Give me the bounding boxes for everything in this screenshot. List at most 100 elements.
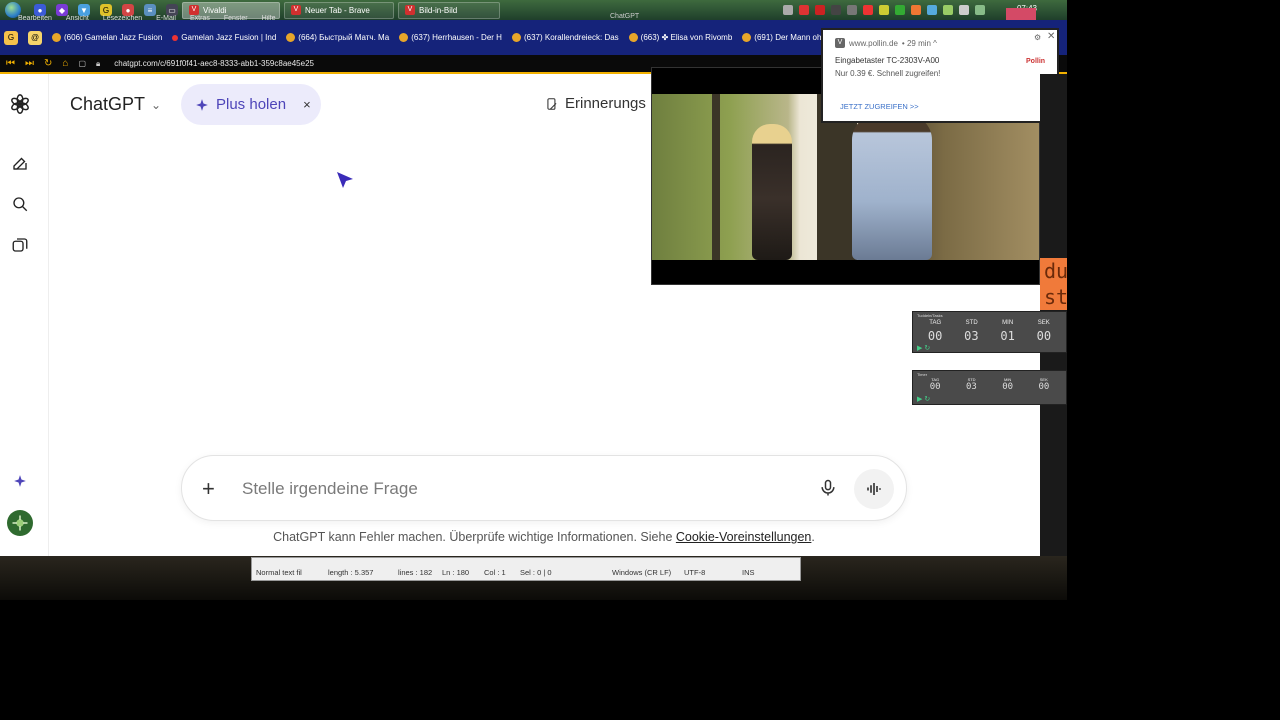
openai-logo-icon[interactable] — [9, 93, 31, 115]
search-icon[interactable] — [9, 193, 31, 215]
chevron-down-icon: ⌄ — [151, 97, 162, 112]
tray-icon[interactable] — [895, 5, 905, 15]
lock-icon[interactable]: 🔒︎ — [96, 59, 100, 69]
disclaimer-text: ChatGPT kann Fehler machen. Überprüfe wi… — [273, 530, 676, 544]
vivaldi-icon: V — [189, 5, 199, 15]
bookmark-label: (663) ✤ Elisa von Rivomb — [640, 33, 733, 42]
close-icon[interactable]: ✕ — [1047, 31, 1055, 42]
countdown-values: 00 03 00 00 — [913, 382, 1068, 392]
window-caption: ChatGPT — [610, 13, 640, 20]
bookmark-label: Gamelan Jazz Fusion | Ind — [181, 33, 277, 42]
countdown-value: 01 — [1000, 329, 1015, 343]
bookmark-item[interactable]: Gamelan Jazz Fusion | Ind — [172, 33, 276, 42]
bookmark-icon — [172, 34, 179, 41]
sparkle-icon[interactable] — [9, 470, 31, 492]
home-icon[interactable]: ⌂ — [62, 58, 68, 69]
add-attachment-icon[interactable]: + — [202, 476, 215, 502]
reload-icon[interactable]: ↻ — [44, 58, 52, 69]
memory-label: Erinnerungs — [565, 95, 646, 112]
countdown-value: 00 — [1038, 382, 1050, 392]
video-window-frame — [712, 94, 720, 260]
get-plus-button[interactable]: Plus holen × — [181, 84, 321, 125]
screen: ● ◆ ▼ G ● ≡ ▭ V Vivaldi V Neuer Tab - Brav… — [0, 0, 1280, 720]
countdown-value: 00 — [1036, 329, 1052, 343]
countdown-widget[interactable]: Tuddeln/Tasks TAG STD MIN SEK 00 03 01 0… — [912, 311, 1067, 353]
task-pip[interactable]: V Bild-in-Bild — [398, 1, 500, 19]
tray-icon[interactable] — [959, 5, 969, 15]
bookmark-label: (664) Быстрый Матч. Ма — [298, 33, 390, 42]
status-column: Col : 1 — [484, 568, 506, 577]
gear-icon[interactable]: ⚙ — [1034, 33, 1041, 42]
bookmark-item[interactable]: (691) Der Mann oh — [742, 33, 821, 42]
voice-mode-icon[interactable] — [854, 469, 894, 509]
tray-mute-icon[interactable] — [799, 5, 809, 15]
status-encoding: UTF-8 — [684, 568, 706, 577]
tray-steam-icon[interactable] — [847, 5, 857, 15]
countdown-labels: TAG STD MIN SEK — [913, 320, 1068, 326]
disclaimer: ChatGPT kann Fehler machen. Überprüfe wi… — [0, 530, 1088, 544]
notification-age: • 29 min ^ — [901, 38, 937, 48]
disclaimer-end: . — [811, 530, 815, 544]
task-label: Vivaldi — [203, 5, 227, 15]
bookmark-label: (637) Korallendreieck: Das — [523, 33, 619, 42]
tray-arrow-icon[interactable] — [783, 5, 793, 15]
new-chat-icon[interactable] — [9, 152, 31, 174]
countdown-label: SEK — [1037, 320, 1050, 326]
fast-forward-icon[interactable]: ⏭ — [25, 58, 34, 69]
bookmark-item[interactable]: (663) ✤ Elisa von Rivomb — [628, 33, 733, 42]
editor-status-bar: Normal text fil length : 5.357 lines : 1… — [251, 557, 801, 581]
tray-icon[interactable] — [831, 5, 841, 15]
task-label: Neuer Tab - Brave — [305, 5, 370, 15]
tray-icon[interactable] — [927, 5, 937, 15]
video-person — [752, 124, 792, 260]
tray-icon[interactable] — [943, 5, 953, 15]
bookmark-icon[interactable]: @ — [28, 30, 42, 45]
notification-action-button[interactable]: JETZT ZUGREIFEN >> — [840, 102, 919, 111]
mouse-cursor-icon — [335, 170, 355, 195]
tray-icon[interactable] — [911, 5, 921, 15]
bookmark-icon[interactable]: G — [4, 30, 18, 45]
bookmark-item[interactable]: (664) Быстрый Матч. Ма — [286, 33, 389, 42]
countdown-values: 00 03 01 00 — [913, 329, 1068, 343]
bookmark-item[interactable]: (637) Korallendreieck: Das — [511, 33, 619, 42]
notification-header: V www.pollin.de • 29 min ^ — [835, 38, 937, 48]
countdown-title: Tuddeln/Tasks — [917, 313, 943, 318]
countdown-value: 00 — [1002, 382, 1014, 392]
model-selector[interactable]: ChatGPT ⌄ — [70, 94, 161, 115]
play-icon[interactable]: ▶ ↻ — [917, 395, 930, 403]
status-length: length : 5.357 — [328, 568, 374, 577]
shield-icon[interactable]: ▢ — [78, 59, 86, 68]
youtube-icon — [399, 33, 409, 42]
brave-icon: V — [291, 5, 301, 15]
cookie-settings-link[interactable]: Cookie-Voreinstellungen — [676, 530, 812, 544]
bookmark-item[interactable]: (637) Herrhausen - Der H — [399, 33, 502, 42]
sparkle-icon — [196, 98, 208, 111]
youtube-icon — [742, 33, 752, 42]
status-eol: Windows (CR LF) — [612, 568, 672, 577]
library-icon[interactable] — [9, 234, 31, 256]
countdown-widget[interactable]: Timer TAG STD MIN SEK 00 03 00 00 ▶ ↻ — [912, 370, 1067, 405]
sidebar — [0, 74, 49, 556]
prompt-input[interactable]: + Stelle irgendeine Frage — [181, 455, 907, 521]
play-icon[interactable]: ▶ ↻ — [917, 344, 930, 352]
task-label: Bild-in-Bild — [419, 5, 458, 15]
close-icon[interactable]: × — [303, 97, 311, 112]
countdown-label: TAG — [929, 320, 942, 326]
push-notification[interactable]: V www.pollin.de • 29 min ^ ⚙ ✕ Eingabeta… — [821, 28, 1059, 123]
bookmark-item[interactable]: (606) Gamelan Jazz Fusion — [52, 33, 162, 42]
tray-icon[interactable] — [815, 5, 825, 15]
notification-title: Eingabetaster TC-2303V-A00 — [835, 56, 940, 65]
notification-body: Nur 0.39 €. Schnell zugreifen! — [835, 69, 941, 78]
youtube-icon — [628, 33, 638, 42]
notification-source: www.pollin.de — [849, 38, 898, 48]
tray-icon[interactable] — [975, 5, 985, 15]
tray-icon[interactable] — [863, 5, 873, 15]
rewind-icon[interactable]: ⏮ — [6, 58, 15, 69]
countdown-value: 03 — [964, 329, 979, 343]
url-field[interactable]: chatgpt.com/c/691f0f41-aec8-8333-abb1-35… — [114, 59, 314, 68]
microphone-icon[interactable] — [818, 477, 838, 504]
bookmark-label: (637) Herrhausen - Der H — [411, 33, 502, 42]
tray-icon[interactable] — [879, 5, 889, 15]
status-line: Ln : 180 — [442, 568, 470, 577]
memory-button[interactable]: Erinnerungs — [545, 95, 646, 112]
